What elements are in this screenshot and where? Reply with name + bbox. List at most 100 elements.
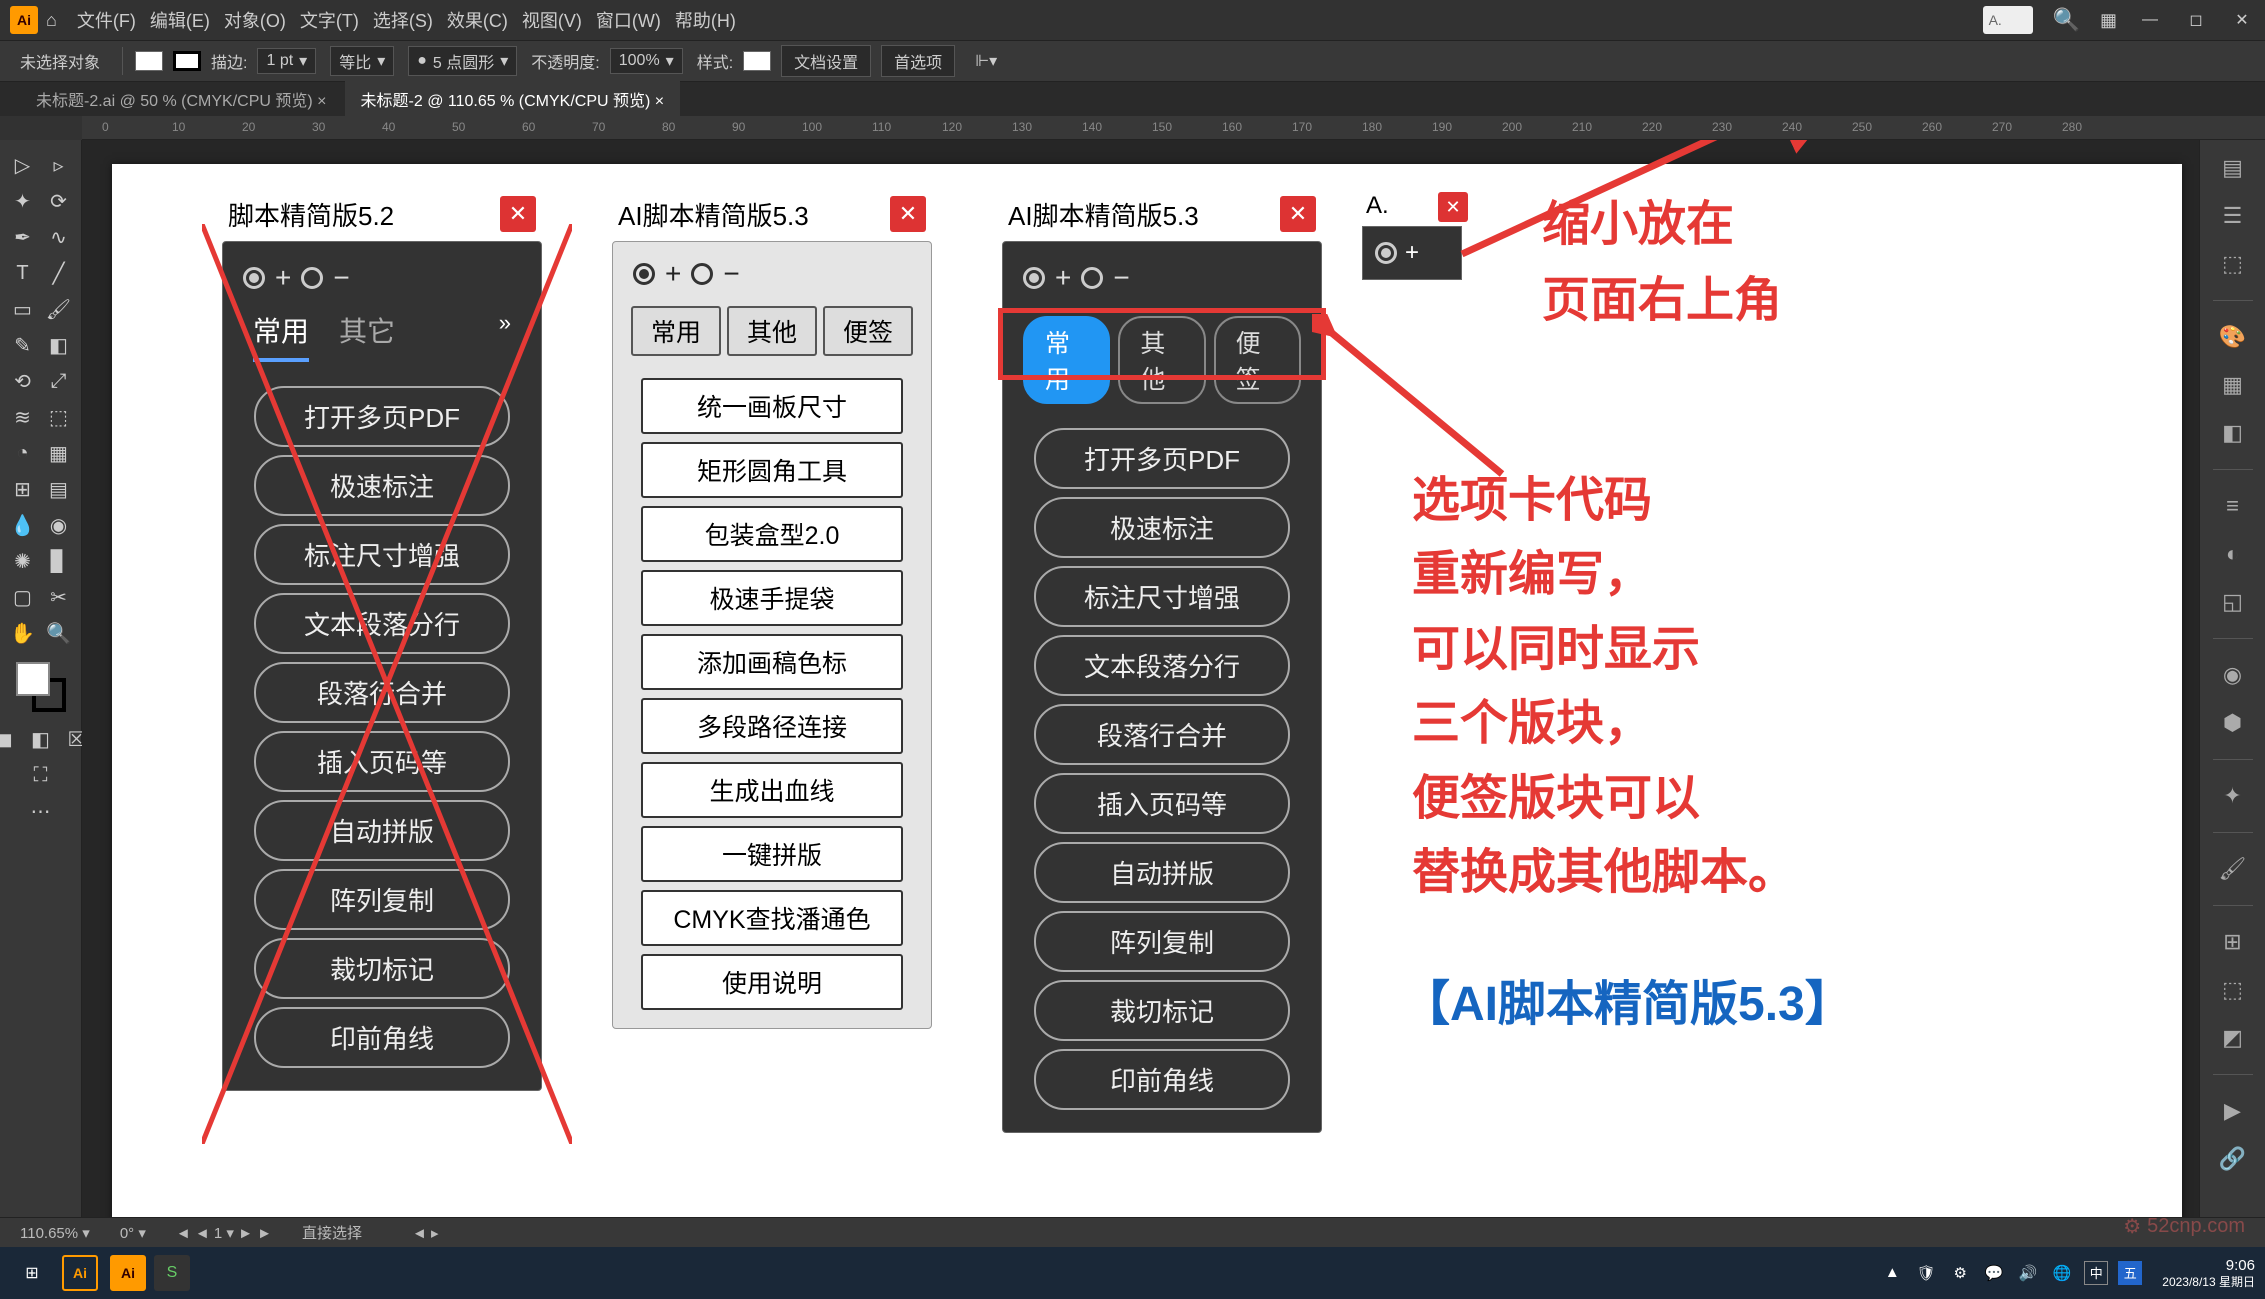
panel1-btn-2[interactable]: 标注尺寸增强 xyxy=(254,524,510,585)
menu-window[interactable]: 窗口(W) xyxy=(596,7,661,33)
panel2-tab-notes[interactable]: 便签 xyxy=(823,306,913,356)
panel3-btn-9[interactable]: 印前角线 xyxy=(1034,1049,1290,1110)
arrange-icon[interactable]: ▦ xyxy=(2100,10,2117,31)
panel2-btn-2[interactable]: 包装盒型2.0 xyxy=(641,506,903,562)
panel2-btn-1[interactable]: 矩形圆角工具 xyxy=(641,442,903,498)
minus-icon[interactable]: − xyxy=(723,258,739,290)
panel1-btn-0[interactable]: 打开多页PDF xyxy=(254,386,510,447)
panel1-tab-common[interactable]: 常用 xyxy=(253,310,309,362)
panel3-btn-0[interactable]: 打开多页PDF xyxy=(1034,428,1290,489)
align-icon[interactable]: ⊩▾ xyxy=(975,51,997,71)
stroke-width-dropdown[interactable]: 1 pt▾ xyxy=(257,48,316,74)
transform-panel-icon[interactable]: ⬚ xyxy=(2215,972,2251,1008)
panel1-btn-4[interactable]: 段落行合并 xyxy=(254,662,510,723)
layers-panel-icon[interactable]: ☰ xyxy=(2215,198,2251,234)
opacity-dropdown[interactable]: 100%▾ xyxy=(610,48,683,74)
radio-on-icon[interactable] xyxy=(243,267,265,289)
panel1-btn-6[interactable]: 自动拼版 xyxy=(254,800,510,861)
links-panel-icon[interactable]: 🔗 xyxy=(2215,1141,2251,1177)
magic-wand-tool[interactable]: ✦ xyxy=(6,184,40,218)
menu-type[interactable]: 文字(T) xyxy=(300,7,359,33)
radio-on-icon[interactable] xyxy=(1023,267,1045,289)
eyedropper-tool[interactable]: 💧 xyxy=(6,508,40,542)
shaper-tool[interactable]: ✎ xyxy=(6,328,40,362)
menu-select[interactable]: 选择(S) xyxy=(373,7,433,33)
tray-icon-4[interactable]: 💬 xyxy=(1982,1261,2006,1285)
taskbar-app-3[interactable]: S xyxy=(154,1255,190,1291)
line-tool[interactable]: ╱ xyxy=(42,256,76,290)
menu-effect[interactable]: 效果(C) xyxy=(447,7,508,33)
panel2-tab-other[interactable]: 其他 xyxy=(727,306,817,356)
style-swatch[interactable] xyxy=(743,51,771,71)
tray-icon-2[interactable]: 🛡 xyxy=(1914,1261,1938,1285)
panel1-btn-9[interactable]: 印前角线 xyxy=(254,1007,510,1068)
plus-icon[interactable]: + xyxy=(275,262,291,294)
panel2-btn-0[interactable]: 统一画板尺寸 xyxy=(641,378,903,434)
panel4-close-button[interactable]: ✕ xyxy=(1438,192,1468,222)
doc-tab-1[interactable]: 未标题-2.ai @ 50 % (CMYK/CPU 预览) × xyxy=(20,81,343,117)
color-mode-icon[interactable]: ◼ xyxy=(0,722,22,756)
menu-edit[interactable]: 编辑(E) xyxy=(150,7,210,33)
color-panel-icon[interactable]: 🎨 xyxy=(2215,319,2251,355)
plus-icon[interactable]: + xyxy=(1055,262,1071,294)
tray-icon-1[interactable]: ▲ xyxy=(1880,1261,1904,1285)
libraries-panel-icon[interactable]: ⬚ xyxy=(2215,246,2251,282)
panel3-btn-8[interactable]: 裁切标记 xyxy=(1034,980,1290,1041)
radio-off-icon[interactable] xyxy=(1081,267,1103,289)
menu-object[interactable]: 对象(O) xyxy=(224,7,286,33)
artboard-tool[interactable]: ▢ xyxy=(6,580,40,614)
appearance-panel-icon[interactable]: ◉ xyxy=(2215,657,2251,693)
tray-ime-icon[interactable]: 五 xyxy=(2118,1261,2142,1285)
doc-setup-button[interactable]: 文档设置 xyxy=(781,45,871,77)
panel3-btn-7[interactable]: 阵列复制 xyxy=(1034,911,1290,972)
rotate-tool[interactable]: ⟲ xyxy=(6,364,40,398)
pathfinder-panel-icon[interactable]: ◩ xyxy=(2215,1020,2251,1056)
pen-tool[interactable]: ✒ xyxy=(6,220,40,254)
swatches-panel-icon[interactable]: ▦ xyxy=(2215,367,2251,403)
paintbrush-tool[interactable]: 🖌 xyxy=(42,292,76,326)
rectangle-tool[interactable]: ▭ xyxy=(6,292,40,326)
tray-icon-3[interactable]: ⚙ xyxy=(1948,1261,1972,1285)
tray-lang-icon[interactable]: 中 xyxy=(2084,1261,2108,1285)
panel2-btn-4[interactable]: 添加画稿色标 xyxy=(641,634,903,690)
fill-swatch[interactable] xyxy=(135,51,163,71)
selection-tool[interactable]: ▷ xyxy=(6,148,40,182)
curvature-tool[interactable]: ∿ xyxy=(42,220,76,254)
close-button[interactable]: ✕ xyxy=(2229,10,2255,30)
properties-panel-icon[interactable]: ▤ xyxy=(2215,150,2251,186)
panel1-btn-5[interactable]: 插入页码等 xyxy=(254,731,510,792)
width-tool[interactable]: ≋ xyxy=(6,400,40,434)
brush-dropdown[interactable]: ●5 点圆形▾ xyxy=(408,46,517,76)
align-panel-icon[interactable]: ⊞ xyxy=(2215,924,2251,960)
stroke-panel-icon[interactable]: ≡ xyxy=(2215,488,2251,524)
scale-tool[interactable]: ⤢ xyxy=(42,364,76,398)
more-icon[interactable]: » xyxy=(499,310,511,362)
radio-on-icon[interactable] xyxy=(1375,242,1397,264)
taskbar-ai-1[interactable]: Ai xyxy=(58,1251,102,1295)
gradient-panel-icon[interactable]: ◐ xyxy=(2215,536,2251,572)
maximize-button[interactable]: ◻ xyxy=(2183,10,2209,30)
tray-volume-icon[interactable]: 🔊 xyxy=(2016,1261,2040,1285)
minimize-button[interactable]: — xyxy=(2137,10,2163,30)
rotate-angle[interactable]: 0° ▾ xyxy=(120,1224,146,1242)
canvas[interactable]: 脚本精简版5.2 ✕ + − 常用 其它 » 打开多页PDF xyxy=(82,140,2199,1239)
blend-tool[interactable]: ◉ xyxy=(42,508,76,542)
actions-panel-icon[interactable]: ▶ xyxy=(2215,1093,2251,1129)
panel3-close-button[interactable]: ✕ xyxy=(1280,196,1316,232)
symbol-sprayer-tool[interactable]: ✺ xyxy=(6,544,40,578)
stroke-profile-dropdown[interactable]: 等比▾ xyxy=(330,46,394,76)
plus-icon[interactable]: + xyxy=(1405,239,1419,267)
transparency-panel-icon[interactable]: ◱ xyxy=(2215,584,2251,620)
brushes-panel-icon[interactable]: 🖌 xyxy=(2215,851,2251,887)
eraser-tool[interactable]: ◧ xyxy=(42,328,76,362)
panel2-tab-common[interactable]: 常用 xyxy=(631,306,721,356)
panel1-btn-1[interactable]: 极速标注 xyxy=(254,455,510,516)
search-icon[interactable]: 🔍 xyxy=(2053,7,2080,33)
panel2-btn-7[interactable]: 一键拼版 xyxy=(641,826,903,882)
lasso-tool[interactable]: ⟳ xyxy=(42,184,76,218)
panel2-btn-9[interactable]: 使用说明 xyxy=(641,954,903,1010)
panel3-btn-5[interactable]: 插入页码等 xyxy=(1034,773,1290,834)
free-transform-tool[interactable]: ⬚ xyxy=(42,400,76,434)
taskbar-clock[interactable]: 9:06 2023/8/13 星期日 xyxy=(2162,1257,2255,1289)
panel3-btn-2[interactable]: 标注尺寸增强 xyxy=(1034,566,1290,627)
